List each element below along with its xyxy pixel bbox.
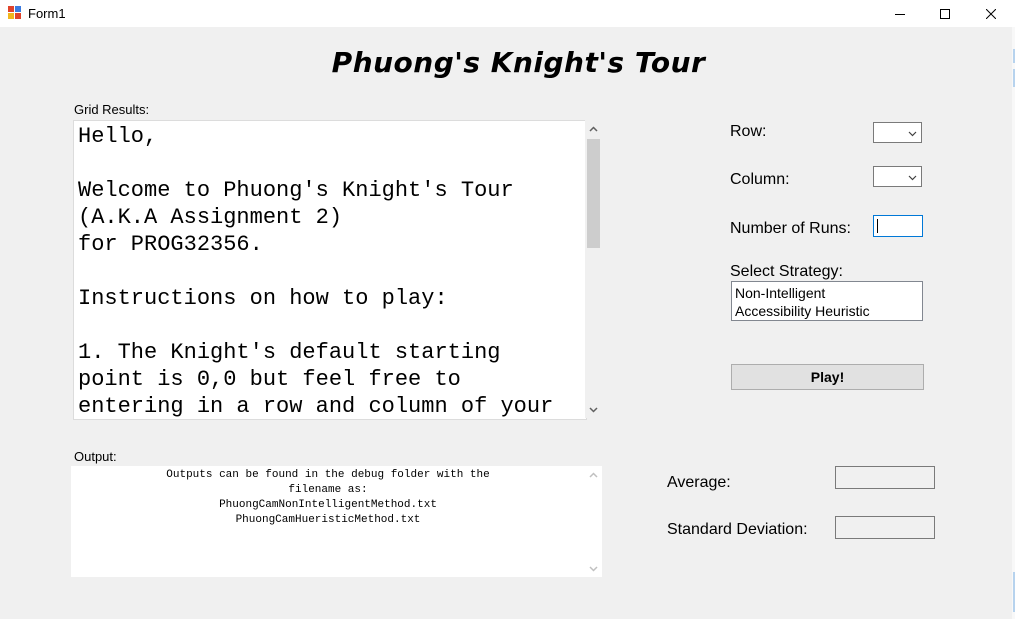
chevron-down-icon: [908, 175, 917, 181]
average-field: [835, 466, 935, 489]
scrollbar-thumb[interactable]: [587, 139, 600, 248]
scroll-down-icon[interactable]: [585, 401, 602, 418]
strategy-label: Select Strategy:: [730, 263, 843, 280]
close-button[interactable]: [968, 0, 1014, 27]
runs-label: Number of Runs:: [730, 220, 851, 237]
column-dropdown[interactable]: [873, 166, 922, 187]
scroll-down-icon[interactable]: [585, 560, 602, 577]
row-dropdown[interactable]: [873, 122, 922, 143]
output-label: Output:: [74, 449, 117, 464]
title-bar: [0, 0, 1015, 27]
grid-results-text: Hello, Welcome to Phuong's Knight's Tour…: [78, 124, 554, 419]
strategy-option[interactable]: Non-Intelligent: [735, 284, 825, 302]
play-button[interactable]: Play!: [731, 364, 924, 390]
window-title: Form1: [28, 6, 66, 21]
grid-results-textbox[interactable]: Hello, Welcome to Phuong's Knight's Tour…: [73, 120, 587, 420]
maximize-icon: [940, 8, 950, 19]
output-text: Outputs can be found in the debug folder…: [166, 469, 490, 526]
close-icon: [986, 8, 996, 19]
minimize-button[interactable]: [877, 0, 923, 27]
strategy-listbox[interactable]: Non-Intelligent Accessibility Heuristic: [731, 281, 923, 321]
scroll-up-icon[interactable]: [585, 466, 602, 483]
runs-input[interactable]: [873, 215, 923, 237]
grid-results-scrollbar[interactable]: [585, 120, 602, 418]
maximize-button[interactable]: [922, 0, 968, 27]
std-deviation-label: Standard Deviation:: [667, 521, 808, 538]
page-title: Phuong's Knight's Tour: [331, 46, 706, 79]
app-icon: [8, 6, 21, 19]
output-textbox[interactable]: Outputs can be found in the debug folder…: [71, 466, 585, 577]
average-label: Average:: [667, 474, 731, 491]
grid-results-label: Grid Results:: [74, 102, 150, 117]
text-caret: [877, 219, 878, 233]
output-scrollbar[interactable]: [585, 466, 602, 577]
row-label: Row:: [730, 123, 767, 140]
column-label: Column:: [730, 171, 790, 188]
std-deviation-field: [835, 516, 935, 539]
chevron-down-icon: [908, 131, 917, 137]
minimize-icon: [895, 13, 905, 15]
strategy-option[interactable]: Accessibility Heuristic: [735, 302, 870, 320]
scroll-up-icon[interactable]: [585, 120, 602, 137]
